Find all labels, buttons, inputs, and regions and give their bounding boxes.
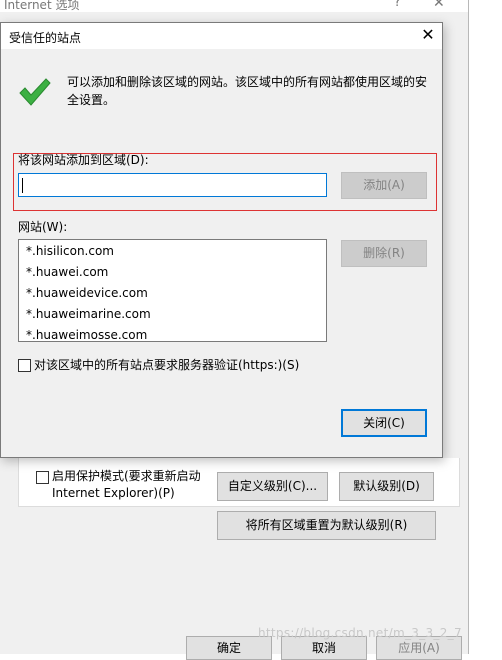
- watermark-text: https://blog.csdn.net/m_3_3_2_7: [258, 626, 462, 640]
- list-item[interactable]: *.huawei.com: [26, 265, 108, 279]
- check-icon: [19, 78, 51, 106]
- default-level-button[interactable]: 默认级别(D): [339, 472, 434, 501]
- close-button[interactable]: 关闭(C): [341, 409, 427, 437]
- add-button[interactable]: 添加(A): [341, 172, 427, 199]
- close-icon[interactable]: ✕: [419, 25, 437, 45]
- reset-all-zones-button[interactable]: 将所有区域重置为默认级别(R): [217, 511, 436, 540]
- protected-mode-checkbox[interactable]: [36, 471, 49, 484]
- text-caret: [22, 178, 23, 193]
- dialog-title: 受信任的站点: [9, 31, 82, 45]
- info-text: 可以添加和删除该区域的网站。该区域中的所有网站都使用区域的安全设置。: [67, 75, 428, 107]
- protected-mode-label: 启用保护模式(要求重新启动 Internet Explorer)(P): [52, 469, 201, 500]
- site-url-input[interactable]: [18, 173, 327, 197]
- add-site-label: 将该网站添加到区域(D):: [18, 153, 149, 167]
- require-https-label: 对该区域中的所有站点要求服务器验证(https:)(S): [34, 358, 300, 372]
- custom-level-button[interactable]: 自定义级别(C)...: [217, 472, 328, 501]
- remove-button[interactable]: 删除(R): [341, 240, 427, 267]
- list-item[interactable]: *.hisilicon.com: [26, 244, 114, 258]
- websites-list[interactable]: *.hisilicon.com *.huawei.com *.huaweidev…: [18, 239, 327, 342]
- list-item[interactable]: *.huaweidevice.com: [26, 286, 148, 300]
- trusted-sites-dialog: 受信任的站点 ✕ 可以添加和删除该区域的网站。该区域中的所有网站都使用区域的安全…: [0, 22, 443, 458]
- list-item[interactable]: *.huaweimosse.com: [26, 328, 147, 341]
- websites-label: 网站(W):: [18, 220, 68, 234]
- help-icon[interactable]: ?: [394, 0, 401, 10]
- internet-options-title: Internet 选项: [4, 0, 80, 12]
- list-item[interactable]: *.huaweimarine.com: [26, 307, 151, 321]
- close-icon[interactable]: ✕: [433, 0, 445, 11]
- require-https-checkbox[interactable]: [18, 359, 31, 372]
